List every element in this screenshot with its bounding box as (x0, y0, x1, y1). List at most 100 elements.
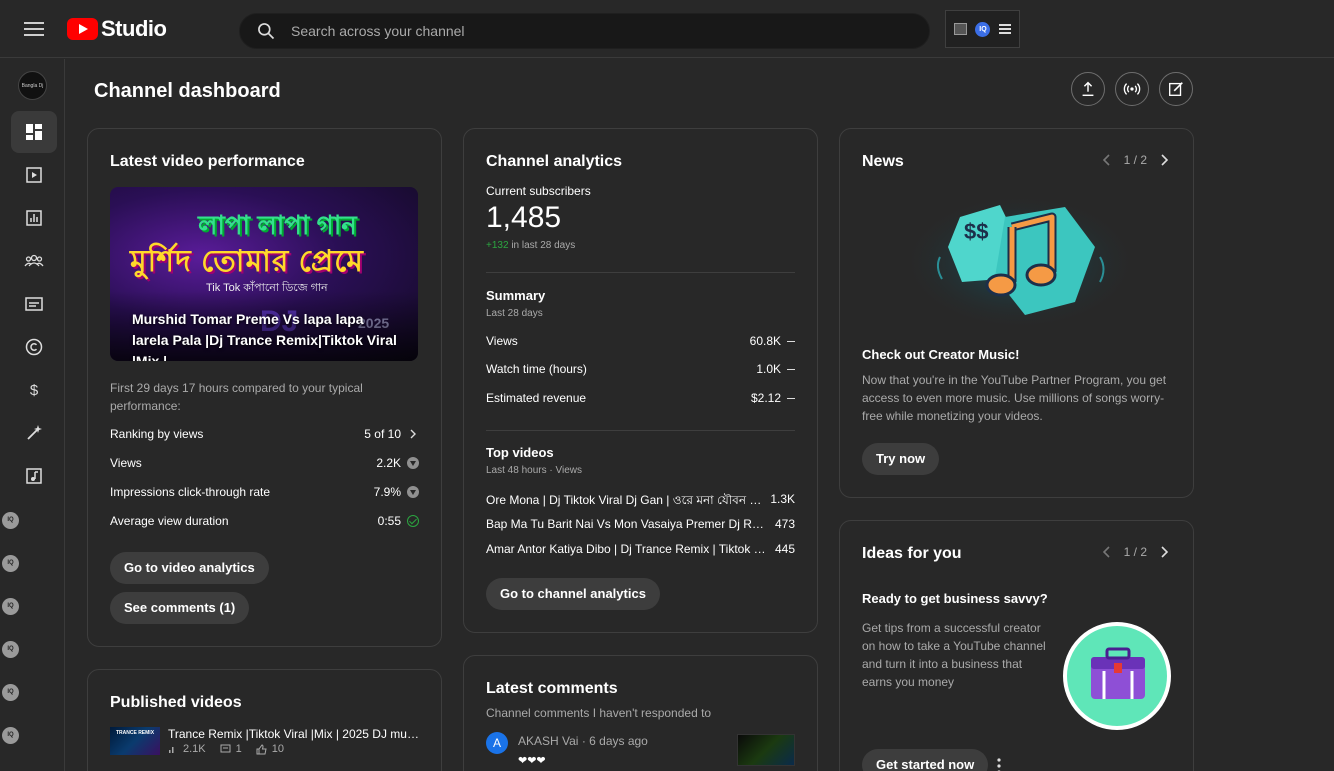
live-broadcast-icon (1123, 83, 1141, 95)
comments-count: 1 (235, 743, 242, 755)
create-post-button[interactable] (1159, 72, 1193, 106)
content-icon (26, 167, 42, 183)
iq-badge-icon[interactable]: IQ (2, 512, 19, 529)
community-icon (24, 254, 44, 267)
views-count: 2.1K (183, 743, 206, 755)
video-title: Murshid Tomar Preme Vs lapa lapa larela … (132, 311, 397, 361)
iq-badge-icon[interactable]: IQ (2, 684, 19, 701)
video-thumbnail[interactable]: লাপা লাপা গান মুর্শিদ তোমার প্রেমে Tik T… (110, 187, 418, 361)
sidebar-item-content[interactable] (11, 154, 57, 196)
stat-value: 0:55 (377, 514, 401, 528)
dollar-glyph: $$ (964, 219, 988, 244)
chevron-left-icon[interactable] (1100, 153, 1114, 167)
page-title: Channel dashboard (94, 80, 281, 102)
subtitles-icon (25, 297, 43, 311)
latest-comments-card: Latest comments Channel comments I haven… (463, 655, 818, 771)
chevron-left-icon[interactable] (1100, 545, 1114, 559)
stat-label: Impressions click-through rate (110, 485, 271, 499)
top-video-row[interactable]: Bap Ma Tu Barit Nai Vs Mon Vasaiya Preme… (486, 517, 795, 531)
iq-badge-icon[interactable]: IQ (2, 727, 19, 744)
summary-row-revenue: Estimated revenue $2.12 (486, 391, 795, 405)
top-video-title: Ore Mona | Dj Tiktok Viral Dj Gan | ওরে … (486, 493, 766, 507)
go-to-channel-analytics-button[interactable]: Go to channel analytics (486, 578, 660, 610)
creator-music-illustration: $$ (900, 192, 1140, 332)
comment-time: · 6 days ago (581, 734, 648, 748)
commenter-avatar: A (486, 732, 508, 754)
divider (486, 430, 795, 431)
card-heading: News (862, 153, 904, 170)
summary-label: Estimated revenue (486, 391, 587, 405)
top-videos-period: Last 48 hours · Views (486, 465, 582, 476)
stat-value: 7.9% (373, 485, 401, 499)
go-live-button[interactable] (1115, 72, 1149, 106)
analytics-extension-icon[interactable] (954, 23, 968, 35)
extension-menu-icon[interactable] (998, 24, 1011, 34)
iq-badge-icon[interactable]: IQ (2, 641, 19, 658)
stat-row-views: Views 2.2K (110, 456, 419, 470)
sidebar-item-analytics[interactable] (11, 197, 57, 239)
upload-button[interactable] (1071, 72, 1105, 106)
sidebar-item-dashboard[interactable] (11, 111, 57, 153)
sidebar-item-copyright[interactable] (11, 326, 57, 368)
comment-text: ❤❤❤ (518, 755, 546, 767)
stat-label: Ranking by views (110, 427, 204, 441)
subscribers-count: 1,485 (486, 201, 562, 234)
comment-author: AKASH Vai (518, 734, 579, 748)
svg-text:$: $ (30, 382, 39, 399)
go-to-video-analytics-button[interactable]: Go to video analytics (110, 552, 269, 584)
summary-value: 1.0K (756, 362, 781, 376)
card-heading: Latest comments (486, 680, 618, 697)
compare-text: First 29 days 17 hours compared to your … (110, 381, 363, 413)
iq-extension-icon[interactable]: IQ (975, 21, 991, 37)
studio-logo[interactable]: Studio (67, 16, 167, 42)
top-videos-heading: Top videos (486, 445, 554, 460)
summary-label: Watch time (hours) (486, 362, 587, 376)
audio-library-icon (26, 468, 42, 484)
card-heading: Latest video performance (110, 153, 305, 170)
sidebar-item-community[interactable] (11, 240, 57, 282)
stat-row-ranking[interactable]: Ranking by views 5 of 10 (110, 427, 419, 441)
iq-badge-icon[interactable]: IQ (2, 598, 19, 615)
sidebar-item-subtitles[interactable] (11, 283, 57, 325)
check-circle-icon (407, 515, 419, 527)
latest-video-card: Latest video performance লাপা লাপা গান ম… (87, 128, 442, 647)
top-video-row[interactable]: Ore Mona | Dj Tiktok Viral Dj Gan | ওরে … (486, 492, 795, 512)
chevron-right-icon (410, 429, 416, 439)
published-video-item[interactable]: TRANCE REMIX Trance Remix |Tiktok Viral … (110, 727, 420, 757)
more-options-icon[interactable] (992, 757, 1006, 771)
views-icon (169, 747, 174, 753)
down-arrow-icon (407, 457, 419, 469)
chevron-right-icon[interactable] (1157, 545, 1171, 559)
sidebar-item-audio-library[interactable] (11, 455, 57, 497)
search-input[interactable] (291, 23, 929, 39)
sidebar-item-customization[interactable] (11, 412, 57, 454)
subscribers-delta-period: in last 28 days (511, 240, 576, 251)
card-heading: Published videos (110, 694, 242, 711)
menu-icon[interactable] (22, 18, 46, 40)
search-bar[interactable] (239, 13, 930, 49)
published-video-title: Trance Remix |Tiktok Viral |Mix | 2025 D… (168, 727, 420, 741)
top-video-title: Amar Antor Katiya Dibo | Dj Trance Remix… (486, 542, 766, 556)
comment-video-thumbnail (737, 734, 795, 766)
stat-label: Views (110, 456, 142, 470)
ideas-title: Ready to get business savvy? (862, 591, 1048, 606)
summary-heading: Summary (486, 288, 546, 303)
sidebar-item-earn[interactable]: $ (11, 369, 57, 411)
summary-period: Last 28 days (486, 308, 543, 319)
comment-meta: AKASH Vai · 6 days ago (518, 734, 648, 748)
iq-badge-icon[interactable]: IQ (2, 555, 19, 572)
get-started-now-button[interactable]: Get started now (862, 749, 989, 771)
summary-row-views: Views 60.8K (486, 334, 795, 348)
chevron-right-icon[interactable] (1157, 153, 1171, 167)
subscribers-label: Current subscribers (486, 184, 591, 198)
see-comments-button[interactable]: See comments (1) (110, 592, 250, 624)
summary-value: $2.12 (750, 391, 781, 405)
subscribers-change: +132 in last 28 days (486, 240, 575, 251)
comment-item[interactable]: A AKASH Vai · 6 days ago ❤❤❤ (486, 732, 796, 771)
try-now-button[interactable]: Try now (862, 443, 940, 475)
news-card: News 1 / 2 $$ Check out Creator Music! N… (839, 128, 1194, 498)
top-video-title: Bap Ma Tu Barit Nai Vs Mon Vasaiya Preme… (486, 517, 766, 531)
top-video-row[interactable]: Amar Antor Katiya Dibo | Dj Trance Remix… (486, 542, 795, 556)
subscribers-delta: +132 (486, 240, 509, 251)
channel-avatar[interactable]: Bangla Dj (18, 71, 47, 100)
